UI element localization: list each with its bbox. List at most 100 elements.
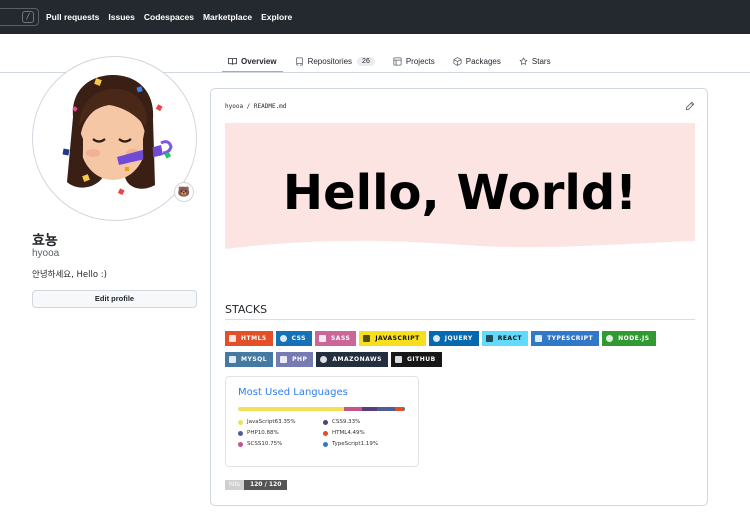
language-percent: 63.35% (274, 419, 296, 425)
status-emoji-button[interactable]: 🐻 (174, 182, 194, 202)
php-logo-icon (280, 356, 288, 363)
profile-name: 효뇽 (32, 233, 58, 249)
node-js-logo-icon (606, 335, 614, 342)
badge-php: PHP (276, 352, 314, 367)
nav-codespaces[interactable]: Codespaces (144, 12, 194, 22)
language-name: PHP (247, 430, 258, 436)
language-item: HTML 4.49% (323, 430, 408, 436)
languages-bar-segment (402, 407, 405, 411)
badge-javascript: JAVASCRIPT (359, 331, 426, 346)
jquery-logo-icon (432, 335, 440, 342)
css-logo-icon (279, 335, 287, 342)
badge-react: REACT (481, 331, 529, 346)
tab-projects[interactable]: Projects (387, 50, 441, 72)
badge-mysql: MYSQL (225, 352, 274, 367)
language-percent: 1.19% (360, 441, 379, 447)
profile-login: hyooa (32, 248, 60, 259)
tab-repositories[interactable]: Repositories 26 (289, 50, 381, 72)
badge-node-js: NODE.JS (602, 331, 656, 346)
amazonaws-logo-icon (320, 356, 328, 363)
hits-badge: hits 120 / 120 (225, 480, 288, 490)
language-name: JavaScript (247, 419, 275, 425)
languages-bar-segment (343, 407, 362, 411)
project-icon (393, 56, 402, 66)
tab-repositories-label: Repositories (307, 56, 353, 66)
readme-path[interactable]: hyooa / README.md (225, 103, 286, 110)
tab-packages-label: Packages (465, 56, 501, 66)
languages-bar (238, 407, 405, 411)
stack-badges: HTML5 CSS SASS JAVASCRIPT JQUERY REACT TYPESCR… (225, 331, 685, 367)
language-color-dot (238, 441, 243, 447)
book-icon (228, 57, 237, 65)
languages-bar-segment (238, 407, 344, 411)
language-color-dot (323, 419, 328, 425)
global-header: / Pull requests Issues Codespaces Market… (0, 0, 750, 34)
badge-typescript: TYPESCRIPT (531, 331, 600, 346)
tab-stars-label: Stars (531, 56, 551, 66)
most-used-languages-card: Most Used Languages JavaScript 63.35% CSS… (225, 376, 419, 467)
badge-label: NODE.JS (618, 335, 650, 342)
badge-label: TYPESCRIPT (547, 335, 594, 342)
sass-logo-icon (318, 335, 326, 342)
hello-world-banner: Hello, World! (225, 123, 695, 257)
react-logo-icon (485, 335, 493, 342)
nav-pull-requests[interactable]: Pull requests (46, 12, 99, 22)
badge-label: JAVASCRIPT (375, 335, 420, 342)
star-icon (519, 56, 528, 65)
badge-label: PHP (292, 356, 308, 363)
search-shortcut-hint: / (22, 11, 34, 23)
readme-card: hyooa / README.md Hello, World! STACKS H… (210, 88, 708, 506)
languages-bar-segment (377, 407, 396, 411)
language-item: SCSS 10.75% (238, 441, 323, 447)
language-percent: 10.75% (261, 441, 283, 447)
languages-bar-segment (395, 407, 403, 411)
language-percent: 10.88% (257, 430, 279, 436)
nav-marketplace[interactable]: Marketplace (203, 12, 252, 22)
repositories-count: 26 (357, 56, 375, 66)
language-item: TypeScript 1.19% (323, 441, 408, 447)
package-icon (453, 56, 462, 66)
html5-logo-icon (229, 335, 236, 342)
badge-github: GITHUB (390, 352, 442, 367)
pencil-icon[interactable] (685, 101, 695, 111)
tab-packages[interactable]: Packages (447, 50, 507, 72)
bear-icon: 🐻 (177, 186, 191, 198)
github-logo-icon (394, 356, 402, 363)
javascript-logo-icon (363, 335, 371, 342)
badge-label: JQUERY (444, 335, 473, 342)
typescript-logo-icon (535, 335, 543, 342)
tab-stars[interactable]: Stars (513, 50, 557, 72)
badge-label: AMAZONAWS (332, 356, 382, 363)
languages-list: JavaScript 63.35% CSS 9.33% PHP 10.88% HTML… (238, 419, 408, 447)
languages-title: Most Used Languages (238, 387, 348, 398)
banner-wave (225, 240, 695, 257)
language-name: SCSS (247, 441, 262, 447)
global-nav: Pull requests Issues Codespaces Marketpl… (46, 0, 292, 34)
edit-profile-button[interactable]: Edit profile (32, 290, 197, 308)
avatar[interactable] (32, 56, 197, 221)
badge-html5: HTML5 (225, 331, 273, 346)
language-name: CSS (332, 419, 343, 425)
language-color-dot (238, 419, 243, 425)
badge-label: HTML5 (241, 335, 267, 342)
language-color-dot (323, 430, 328, 436)
tab-overview[interactable]: Overview (222, 50, 283, 73)
language-color-dot (238, 430, 243, 436)
tab-overview-label: Overview (241, 56, 277, 66)
banner-text: Hello, World! (282, 165, 638, 221)
hits-value: 120 / 120 (243, 480, 288, 490)
profile-tabs: Overview Repositories 26 Projects Packag… (222, 50, 563, 73)
nav-explore[interactable]: Explore (261, 12, 292, 22)
stacks-divider (225, 319, 695, 320)
tab-projects-label: Projects (405, 56, 435, 66)
badge-jquery: JQUERY (428, 331, 479, 346)
badge-label: REACT (497, 335, 523, 342)
language-item: JavaScript 63.35% (238, 419, 323, 425)
search-input[interactable]: / (0, 8, 39, 26)
language-color-dot (323, 441, 328, 447)
badge-label: GITHUB (406, 356, 436, 363)
language-percent: 9.33% (342, 419, 361, 425)
language-percent: 4.49% (347, 430, 365, 436)
repo-icon (295, 56, 303, 66)
nav-issues[interactable]: Issues (108, 12, 134, 22)
